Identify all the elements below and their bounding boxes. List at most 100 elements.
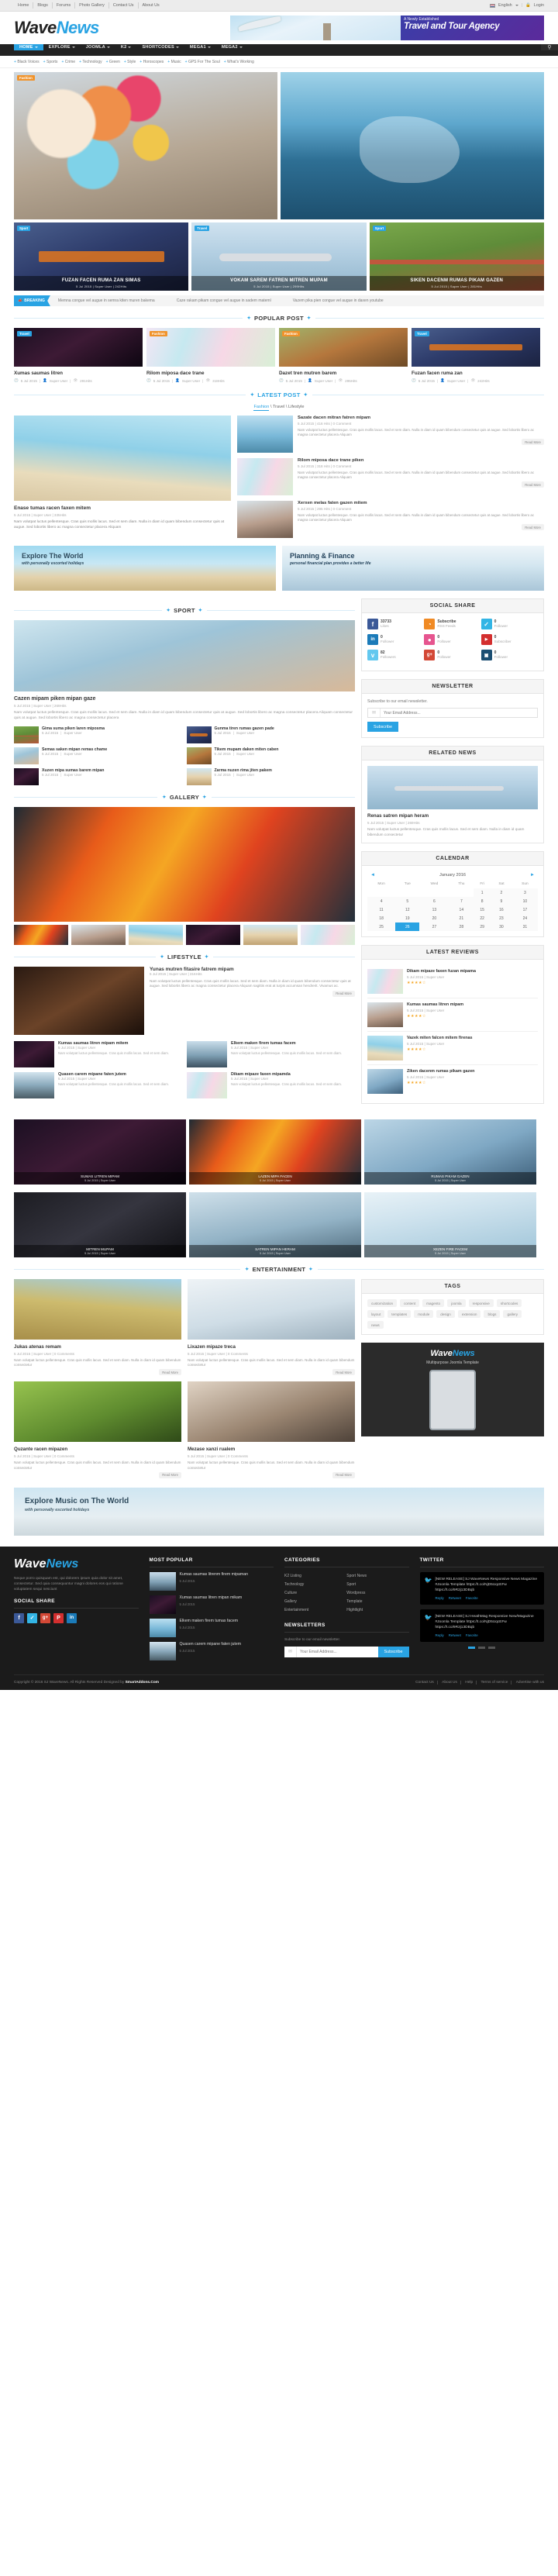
gallery-thumbnails[interactable] [14, 925, 355, 945]
latest-feature[interactable]: Enase tumas racen faxen mitem 5 Jul 2015… [14, 416, 231, 538]
card-tag[interactable]: Fashion [282, 331, 300, 336]
tweet-retweet-button[interactable]: Retweet [449, 1596, 461, 1600]
lifestyle-item[interactable]: Kumas saumas litren mipam mitem 5 Jul 201… [14, 1041, 182, 1067]
gallery-thumb[interactable] [129, 925, 183, 945]
calendar-cell[interactable]: 13 [419, 905, 450, 914]
calendar-cell[interactable]: 3 [512, 888, 538, 897]
read-more-button[interactable]: Read More [159, 1471, 181, 1478]
gallery-main-image[interactable] [14, 807, 355, 922]
feature-title[interactable]: Enase tumas racen faxen mitem [14, 505, 231, 511]
googleplus-icon[interactable]: g+ [40, 1612, 50, 1623]
calendar-cell-selected[interactable]: 26 [395, 922, 420, 931]
calendar-cell[interactable]: 16 [491, 905, 512, 914]
breaking-item[interactable]: Vazem pika pien congue vel augue in daxe… [293, 298, 384, 303]
calendar-cell[interactable]: 1 [474, 888, 491, 897]
subnav-item[interactable]: Black Voices [14, 60, 43, 64]
calendar-cell[interactable]: 6 [419, 897, 450, 905]
tab-travel[interactable]: Travel [273, 405, 284, 409]
footer-email-input[interactable] [297, 1646, 378, 1657]
mosaic-cell[interactable]: RUMAS PIKAM GAZEN 5 Jul 2015 | Super User [364, 1119, 536, 1185]
item-title[interactable]: Jukas atenas remam [14, 1344, 181, 1350]
calendar-cell[interactable]: 27 [419, 922, 450, 931]
footer-category[interactable]: Entertainment [284, 1606, 346, 1615]
sport-item[interactable]: Tikem mupam daken miten caben 5 Jul 2015 |… [186, 747, 356, 764]
tag-item[interactable]: news [367, 1321, 384, 1329]
popular-card[interactable]: Travel Fuzan facen ruma zan 🕐 5 Jul 2015 |… [412, 328, 540, 383]
tweet-favorite-button[interactable]: Favorite [466, 1596, 478, 1600]
language-selector[interactable]: English [498, 3, 512, 8]
social-vimeo[interactable]: v 82 Followers [367, 650, 424, 660]
footer-post[interactable]: Xumas saumas litren mipan mikam 5 Jul 201… [149, 1595, 274, 1614]
social-facebook[interactable]: f 33733 Likes [367, 619, 424, 629]
tweet-retweet-button[interactable]: Retweet [449, 1633, 461, 1637]
tag-item[interactable]: responsive [468, 1299, 494, 1307]
header-ad-banner[interactable]: A Newly Established Travel and Tour Agen… [230, 16, 544, 40]
entertainment-item[interactable]: Quzante racen mipazen 5 Jul 2015 | Super … [14, 1381, 181, 1478]
latest-row[interactable]: Rilom miposa dace trane piken 5 Jul 2015… [237, 458, 544, 495]
calendar-cell[interactable]: 25 [367, 922, 396, 931]
latest-tabs[interactable]: Fashion \ Travel \ Lifestyle [14, 405, 544, 411]
newsletter-subscribe-button[interactable]: Subscribe [367, 722, 398, 732]
subnav-item[interactable]: Green [106, 60, 124, 64]
footer-category[interactable]: Hightlight [346, 1606, 408, 1615]
subnav-item[interactable]: What's Working [224, 60, 258, 64]
calendar-cell[interactable]: 5 [395, 897, 420, 905]
calendar-cell[interactable]: 24 [512, 914, 538, 922]
review-title[interactable]: Ziken dacenm rumas pikam gazen [407, 1069, 474, 1074]
tweet-reply-button[interactable]: Reply [435, 1633, 443, 1637]
hero-sub-card[interactable]: Sport SIKEN DACENM RUMAS PIKAM GAZEN 5 J… [369, 222, 544, 291]
subnav-item[interactable]: GPS For The Soul [185, 60, 224, 64]
row-title[interactable]: Sazate dacen mitran fatren mipam [298, 416, 544, 420]
tag-item[interactable]: joomla [447, 1299, 466, 1307]
footer-post[interactable]: Elkem maken firem tumas facem 5 Jul 2015 [149, 1618, 274, 1637]
top-nav-item[interactable]: Home [14, 2, 34, 9]
calendar-cell[interactable]: 17 [512, 905, 538, 914]
post-title[interactable]: Quasen carem mipane faten jutem [180, 1642, 242, 1647]
post-title[interactable]: Kumas saumas litrenm firem mipaman [180, 1572, 249, 1578]
mosaic-cell[interactable]: MITREN MUPAM 5 Jul 2015 | Super User [14, 1192, 186, 1257]
footer-category[interactable]: Template [346, 1598, 408, 1606]
hero-card-main[interactable]: Fashion [14, 72, 277, 219]
nav-item-home[interactable]: HOME [14, 44, 43, 50]
calendar-cell[interactable]: 29 [474, 922, 491, 931]
hero-tag[interactable]: Fashion [17, 75, 35, 81]
gallery-block[interactable] [14, 807, 355, 945]
hero-sub-card[interactable]: Travel VOKAM SAREM FATREN MITREN MUPAM 5… [191, 222, 367, 291]
nav-item-k2[interactable]: K2 [115, 44, 137, 50]
nav-item-mega1[interactable]: MEGA1 [184, 44, 216, 50]
card-title[interactable]: Fuzan facen ruma zan [412, 371, 540, 376]
twitter-icon[interactable]: ✓ [27, 1612, 37, 1623]
review-item[interactable]: Vazek miten falcen mitem firenas 5 Jul 20… [367, 1032, 538, 1065]
social-instagram[interactable]: ▣ 0 Follower [480, 650, 538, 660]
review-title[interactable]: Kumas saumas litren mipam [407, 1002, 463, 1007]
nav-item-mega2[interactable]: MEGA2 [216, 44, 248, 50]
popular-card[interactable]: Fashion Dazet tren mutren barem 🕐 5 Jul 2… [279, 328, 408, 383]
review-title[interactable]: Vazek miten falcen mitem firenas [407, 1036, 473, 1040]
tag-item[interactable]: layout [367, 1310, 385, 1318]
tweet-item[interactable]: 🐦 [NEW RELEASE] SJ HeathMag Responsive N… [419, 1609, 544, 1642]
sport-feature[interactable]: Cazen mipam piken mipan gaze 5 Jul 2015 … [14, 620, 355, 721]
mosaic-cell[interactable]: SUMAS LITREN MIPAM 5 Jul 2015 | Super Use… [14, 1119, 186, 1185]
calendar-cell[interactable]: 8 [474, 897, 491, 905]
feature-title[interactable]: Cazen mipam piken mipan gaze [14, 696, 355, 702]
nav-item-joomla[interactable]: JOOMLA [81, 44, 115, 50]
tweet-reply-button[interactable]: Reply [435, 1596, 443, 1600]
footer-link[interactable]: Terms of service [477, 1680, 512, 1685]
hero-tag[interactable]: Sport [17, 226, 31, 231]
footer-category[interactable]: Sport News [346, 1572, 408, 1581]
social-googleplus[interactable]: g+ 0 Follower [424, 650, 480, 660]
card-tag[interactable]: Travel [17, 331, 32, 336]
lifestyle-item[interactable]: Dikam mipaze faxen mipamda 5 Jul 2015 | S… [187, 1072, 355, 1098]
footer-post[interactable]: Quasen carem mipane faten jutem 5 Jul 201… [149, 1641, 274, 1660]
read-more-button[interactable]: Read More [522, 439, 544, 445]
social-linkedin[interactable]: in 0 Follower [367, 634, 424, 645]
read-more-button[interactable]: Read More [159, 1369, 181, 1376]
row-title[interactable]: Xerxen melas faten gazen mitem [298, 501, 544, 505]
card-title[interactable]: Dazet tren mutren barem [279, 371, 408, 376]
social-youtube[interactable]: ▶ 0 Subscriber [480, 634, 538, 645]
search-icon[interactable]: ⚲ [541, 44, 558, 50]
sport-item[interactable]: Xuzen mipa sumas barem mipan 5 Jul 2015 | S… [14, 768, 183, 785]
calendar-cell[interactable]: 11 [367, 905, 396, 914]
tab-fashion[interactable]: Fashion [253, 405, 270, 411]
review-item[interactable]: Kumas saumas litren mipam 5 Jul 2015 | Su… [367, 998, 538, 1032]
